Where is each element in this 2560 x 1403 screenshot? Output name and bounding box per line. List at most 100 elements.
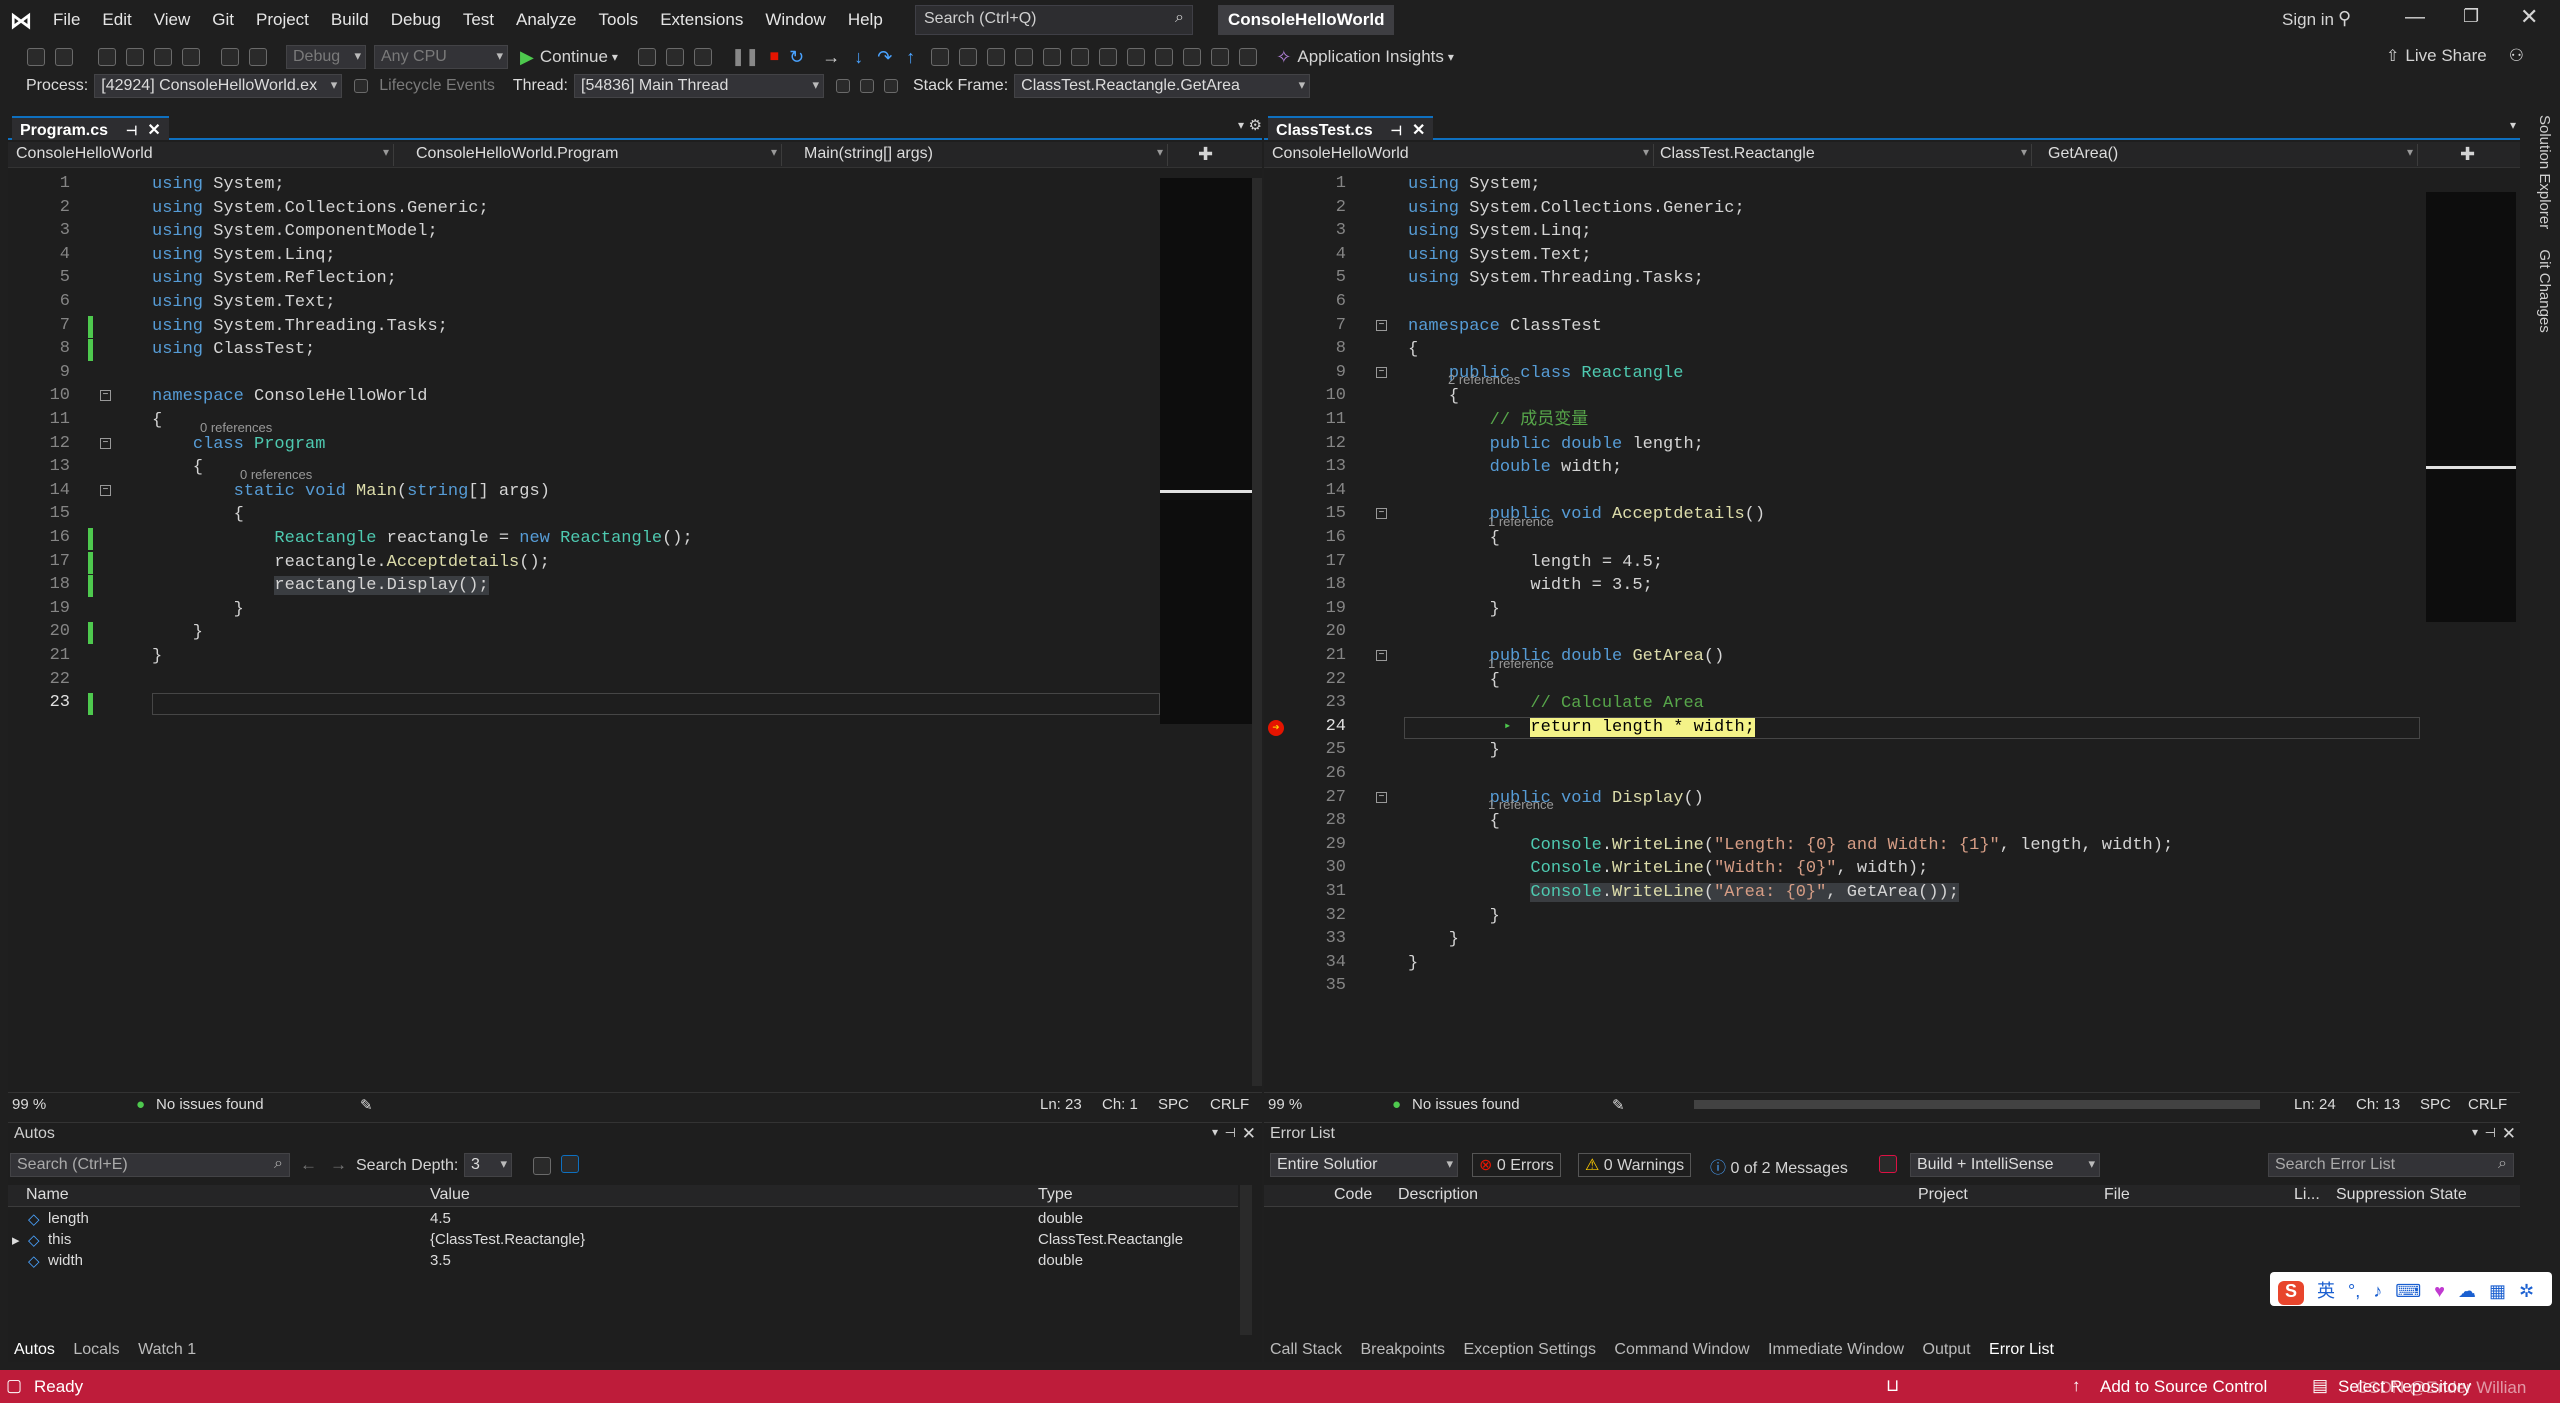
- ime-skin-icon[interactable]: ♥: [2434, 1281, 2445, 1301]
- code-lens-references[interactable]: 0 references: [240, 467, 312, 482]
- next-bookmark-icon[interactable]: [1211, 48, 1230, 66]
- continue-dropdown-icon[interactable]: ▾: [612, 50, 618, 64]
- ime-mic-icon[interactable]: ♪: [2373, 1281, 2382, 1301]
- messages-filter-button[interactable]: ⓘ 0 of 2 Messages: [1704, 1153, 1854, 1177]
- comment-icon[interactable]: [1015, 48, 1034, 66]
- back-icon[interactable]: [27, 48, 45, 66]
- collapse-icon[interactable]: −: [1376, 508, 1387, 520]
- menu-test[interactable]: Test: [452, 0, 505, 40]
- hex-display-icon[interactable]: [931, 48, 950, 66]
- step-into-icon[interactable]: ↓: [854, 47, 863, 68]
- collapse-icon[interactable]: −: [100, 484, 111, 496]
- menu-analyze[interactable]: Analyze: [505, 0, 587, 40]
- indent-icon[interactable]: [1099, 48, 1118, 66]
- search-depth-dropdown[interactable]: 3: [464, 1153, 512, 1177]
- tab-locals[interactable]: Locals: [73, 1341, 119, 1358]
- tab-watch-1[interactable]: Watch 1: [138, 1341, 196, 1358]
- whitespace-mode[interactable]: SPC: [1158, 1096, 1189, 1113]
- add-to-source-control[interactable]: Add to Source Control: [2100, 1377, 2267, 1397]
- hot-reload-icon[interactable]: [637, 48, 656, 66]
- menu-edit[interactable]: Edit: [91, 0, 142, 40]
- continue-button[interactable]: Continue: [540, 47, 608, 67]
- split-icon[interactable]: ✚: [2460, 144, 2475, 165]
- col-type[interactable]: Type: [1038, 1186, 1073, 1204]
- member-dropdown[interactable]: GetArea(): [2044, 144, 2418, 166]
- col-file[interactable]: File: [2104, 1186, 2130, 1204]
- tab-breakpoints[interactable]: Breakpoints: [1360, 1341, 1445, 1358]
- live-share-button[interactable]: Live Share: [2405, 46, 2486, 66]
- cleanup-icon[interactable]: ✎: [1612, 1096, 1625, 1114]
- code-lens-references[interactable]: 1 reference: [1488, 797, 1554, 812]
- platform-dropdown[interactable]: Any CPU: [374, 45, 508, 69]
- zoom-dropdown[interactable]: 99 %: [1268, 1096, 1302, 1113]
- save-icon[interactable]: [154, 48, 172, 66]
- issues-status[interactable]: No issues found: [1412, 1096, 1520, 1113]
- build-intellisense-dropdown[interactable]: Build + IntelliSense: [1910, 1153, 2100, 1177]
- git-changes-tab[interactable]: Git Changes: [2536, 249, 2553, 332]
- stack-frame-dropdown[interactable]: ClassTest.Reactangle.GetArea: [1014, 74, 1311, 98]
- bookmark-icon[interactable]: [1155, 48, 1174, 66]
- col-name[interactable]: Name: [26, 1186, 69, 1204]
- application-insights-button[interactable]: Application Insights: [1297, 47, 1443, 67]
- collapse-icon[interactable]: −: [1376, 319, 1387, 331]
- tab-classtest-cs[interactable]: ClassTest.cs ⊣ ✕: [1268, 116, 1434, 140]
- diagnostics-icon[interactable]: [693, 48, 712, 66]
- stop-icon[interactable]: ■: [769, 48, 779, 66]
- collapse-icon[interactable]: −: [1376, 650, 1387, 661]
- menu-extensions[interactable]: Extensions: [649, 0, 754, 40]
- left-vertical-scrollbar[interactable]: [1252, 178, 1262, 1086]
- code-lens-references[interactable]: 0 references: [200, 420, 272, 435]
- process-dropdown[interactable]: [42924] ConsoleHelloWorld.ex: [94, 74, 343, 98]
- close-tab-icon[interactable]: ✕: [147, 122, 160, 139]
- tab-call-stack[interactable]: Call Stack: [1270, 1341, 1342, 1358]
- configuration-dropdown[interactable]: Debug: [286, 45, 366, 69]
- member-dropdown[interactable]: Main(string[] args): [800, 144, 1168, 166]
- collapse-icon[interactable]: −: [100, 437, 111, 449]
- show-flagged-icon[interactable]: [884, 79, 898, 93]
- autos-search-box[interactable]: Search (Ctrl+E) ⌕: [10, 1153, 290, 1177]
- pin-to-source-icon[interactable]: [533, 1157, 551, 1175]
- ime-keyboard-icon[interactable]: ⌨: [2395, 1281, 2421, 1301]
- left-minimap[interactable]: [1160, 178, 1252, 724]
- continue-play-icon[interactable]: ▶: [520, 47, 534, 68]
- col-description[interactable]: Description: [1398, 1186, 1478, 1204]
- step-over-icon[interactable]: ↷: [877, 47, 892, 68]
- warnings-filter-button[interactable]: ⚠ 0 Warnings: [1578, 1153, 1692, 1177]
- run-to-click-icon[interactable]: ▸: [1504, 718, 1511, 733]
- code-lens-references[interactable]: 1 reference: [1488, 656, 1554, 671]
- thread-dropdown[interactable]: [54836] Main Thread: [574, 74, 824, 98]
- autos-scrollbar[interactable]: [1240, 1185, 1252, 1335]
- menu-git[interactable]: Git: [201, 0, 245, 40]
- clear-bookmarks-icon[interactable]: [1239, 48, 1258, 66]
- ime-cloud-icon[interactable]: ☁: [2458, 1281, 2476, 1301]
- view-hex-icon[interactable]: [561, 1155, 579, 1173]
- flag-thread-icon[interactable]: [836, 79, 850, 93]
- project-dropdown[interactable]: ConsoleHelloWorld: [1268, 144, 1654, 166]
- menu-help[interactable]: Help: [837, 0, 894, 40]
- panel-pin-icon[interactable]: ⊣: [1225, 1125, 1236, 1141]
- menu-file[interactable]: File: [42, 0, 91, 40]
- thread-filter-icon[interactable]: [860, 79, 874, 93]
- new-project-icon[interactable]: [98, 48, 116, 66]
- col-project[interactable]: Project: [1918, 1186, 1968, 1204]
- sign-in-link[interactable]: Sign in: [2282, 10, 2334, 30]
- project-dropdown[interactable]: ConsoleHelloWorld: [12, 144, 394, 166]
- menu-build[interactable]: Build: [320, 0, 380, 40]
- lightbulb-icon[interactable]: ✧: [1276, 47, 1291, 68]
- row-value[interactable]: 4.5: [430, 1210, 451, 1227]
- undo-icon[interactable]: [221, 48, 239, 66]
- menu-debug[interactable]: Debug: [380, 0, 452, 40]
- tab-exception-settings[interactable]: Exception Settings: [1463, 1341, 1596, 1358]
- col-code[interactable]: Code: [1334, 1186, 1372, 1204]
- tab-error-list[interactable]: Error List: [1989, 1341, 2054, 1358]
- minimize-button[interactable]: —: [2405, 6, 2425, 29]
- tab-overflow-icon[interactable]: ▾: [2510, 118, 2516, 132]
- collapse-icon[interactable]: −: [100, 390, 111, 402]
- browser-icon[interactable]: [665, 48, 684, 66]
- error-search-box[interactable]: Search Error List ⌕: [2268, 1153, 2514, 1177]
- breakpoint-toggle-icon[interactable]: [987, 48, 1006, 66]
- pin-icon[interactable]: ⊣: [1391, 123, 1402, 138]
- insights-dropdown-icon[interactable]: ▾: [1448, 50, 1454, 64]
- right-code-area[interactable]: 1 using System; 2 using System.Collections.…: [1264, 174, 2424, 1090]
- line-ending[interactable]: CRLF: [2468, 1096, 2507, 1113]
